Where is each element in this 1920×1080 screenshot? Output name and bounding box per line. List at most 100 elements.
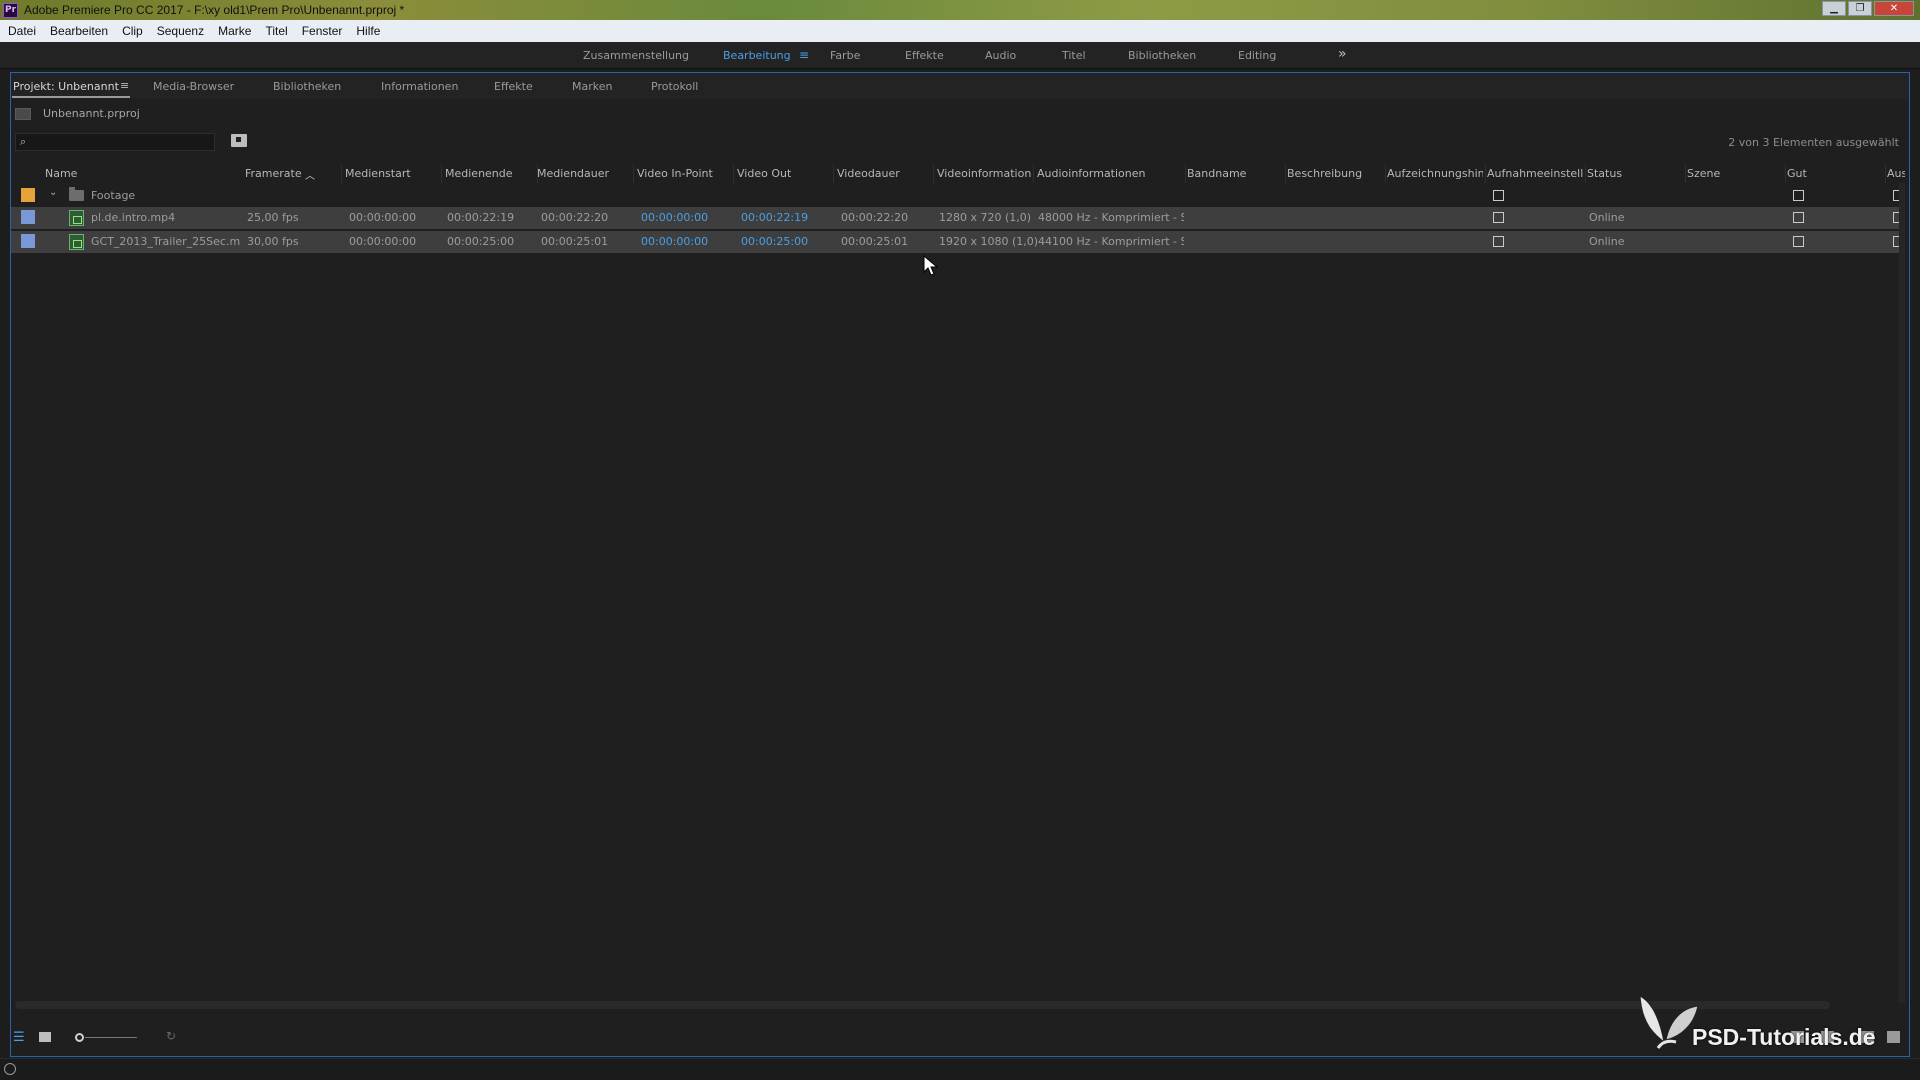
project-file-name: Unbenannt.prproj (43, 107, 140, 120)
checkbox-aufnahmeeinstellungen[interactable] (1493, 236, 1504, 247)
column-header-audioinformationen[interactable]: Audioinformationen (1037, 167, 1185, 180)
tab-marken[interactable]: Marken (572, 80, 612, 93)
checkbox-aufnahmeeinstellungen[interactable] (1493, 212, 1504, 223)
menu-datei[interactable]: Datei (8, 24, 36, 38)
column-header-mediendauer[interactable]: Mediendauer (537, 167, 631, 180)
column-separator[interactable] (633, 165, 634, 183)
tab-protokoll[interactable]: Protokoll (651, 80, 698, 93)
new-bin-icon[interactable] (231, 134, 247, 147)
column-header-video-in-point[interactable]: Video In-Point (637, 167, 731, 180)
table-row-folder[interactable]: ⌄ Footage (11, 185, 1904, 207)
column-header-aus[interactable]: Aus (1887, 167, 1905, 180)
column-header-video-out[interactable]: Video Out (737, 167, 831, 180)
cell-video-in-point[interactable]: 00:00:00:00 (641, 235, 708, 248)
column-separator[interactable] (933, 165, 934, 183)
video-clip-icon (69, 234, 84, 250)
chevron-down-icon[interactable]: ⌄ (49, 187, 57, 198)
workspace-tab-editing[interactable]: Editing (1238, 49, 1276, 62)
workspace-tab-bibliotheken[interactable]: Bibliotheken (1128, 49, 1196, 62)
workspace-tab-zusammenstellung[interactable]: Zusammenstellung (583, 49, 689, 62)
workspace-tab-farbe[interactable]: Farbe (830, 49, 860, 62)
status-icon[interactable] (4, 1063, 16, 1075)
maximize-button[interactable]: ❐ (1848, 1, 1872, 16)
checkbox-aufnahmeeinstellungen[interactable] (1493, 190, 1504, 201)
label-color-swatch[interactable] (21, 188, 35, 202)
column-header-videodauer[interactable]: Videodauer (837, 167, 931, 180)
workspace-menu-icon[interactable]: ≡ (799, 48, 809, 62)
menu-hilfe[interactable]: Hilfe (356, 24, 380, 38)
sort-ascending-icon[interactable]: ︿ (305, 167, 315, 182)
cell-videoinformation: 1280 x 720 (1,0) (939, 211, 1032, 224)
column-separator[interactable] (341, 165, 342, 183)
column-separator[interactable] (1385, 165, 1386, 183)
column-header-bandname[interactable]: Bandname (1187, 167, 1283, 180)
workspace-tab-audio[interactable]: Audio (985, 49, 1016, 62)
workspace-tab-titel[interactable]: Titel (1062, 49, 1086, 62)
workspace-tab-effekte[interactable]: Effekte (905, 49, 944, 62)
column-header-aufnahmeeinstellungen[interactable]: Aufnahmeeinstellu (1487, 167, 1583, 180)
column-separator[interactable] (1885, 165, 1886, 183)
workspace-tab-bearbeitung[interactable]: Bearbeitung (723, 49, 791, 62)
checkbox-gut[interactable] (1793, 236, 1804, 247)
cell-medienstart: 00:00:00:00 (349, 211, 417, 224)
column-header-name[interactable]: Name (45, 167, 195, 180)
horizontal-scrollbar[interactable] (15, 1001, 1830, 1009)
column-header-aufzeichnungshinweis[interactable]: Aufzeichnungshin (1387, 167, 1483, 180)
zoom-slider-track[interactable] (85, 1037, 137, 1038)
sort-icons-icon[interactable]: ↻ (166, 1029, 176, 1043)
column-header-szene[interactable]: Szene (1687, 167, 1783, 180)
column-separator[interactable] (1785, 165, 1786, 183)
menu-sequenz[interactable]: Sequenz (157, 24, 204, 38)
cell-medienende: 00:00:25:00 (447, 235, 515, 248)
column-header-videoinformation[interactable]: Videoinformation (937, 167, 1033, 180)
label-color-swatch[interactable] (21, 210, 35, 224)
vertical-scrollbar[interactable] (1899, 183, 1905, 1003)
column-header-medienende[interactable]: Medienende (445, 167, 537, 180)
column-header-status[interactable]: Status (1587, 167, 1683, 180)
column-header-framerate[interactable]: Framerate (245, 167, 305, 180)
column-header-gut[interactable]: Gut (1787, 167, 1883, 180)
menu-fenster[interactable]: Fenster (302, 24, 343, 38)
column-separator[interactable] (833, 165, 834, 183)
more-workspaces-icon[interactable]: » (1338, 46, 1347, 62)
menu-marke[interactable]: Marke (218, 24, 251, 38)
tab-bibliotheken[interactable]: Bibliotheken (273, 80, 341, 93)
search-input[interactable]: ⌕ (15, 133, 215, 151)
window-title: Adobe Premiere Pro CC 2017 - F:\xy old1\… (24, 3, 405, 17)
column-header-medienstart[interactable]: Medienstart (345, 167, 440, 180)
icon-view-icon[interactable] (39, 1032, 51, 1042)
column-separator[interactable] (1485, 165, 1486, 183)
close-button[interactable]: ✕ (1874, 1, 1914, 16)
zoom-slider-handle[interactable] (75, 1033, 84, 1042)
cell-video-out[interactable]: 00:00:25:00 (741, 235, 808, 248)
checkbox-gut[interactable] (1793, 190, 1804, 201)
cell-medienstart: 00:00:00:00 (349, 235, 417, 248)
list-view-icon[interactable]: ☰ (13, 1030, 25, 1045)
tab-projekt[interactable]: Projekt: Unbenannt (13, 80, 119, 93)
column-separator[interactable] (733, 165, 734, 183)
tab-media-browser[interactable]: Media-Browser (153, 80, 234, 93)
cell-framerate: 25,00 fps (247, 211, 299, 224)
menu-bearbeiten[interactable]: Bearbeiten (50, 24, 108, 38)
table-row[interactable]: GCT_2013_Trailer_25Sec.m 30,00 fps 00:00… (11, 231, 1904, 253)
cell-video-in-point[interactable]: 00:00:00:00 (641, 211, 708, 224)
checkbox-gut[interactable] (1793, 212, 1804, 223)
minimize-button[interactable]: ▁ (1822, 1, 1846, 16)
panel-menu-icon[interactable]: ≡ (120, 79, 129, 92)
cell-audioinformationen: 48000 Hz - Komprimiert - St (1038, 211, 1184, 224)
column-separator[interactable] (1285, 165, 1286, 183)
tab-effekte[interactable]: Effekte (494, 80, 533, 93)
column-separator[interactable] (441, 165, 442, 183)
tab-informationen[interactable]: Informationen (381, 80, 458, 93)
column-separator[interactable] (1685, 165, 1686, 183)
cell-video-out[interactable]: 00:00:22:19 (741, 211, 808, 224)
active-tab-indicator (12, 96, 130, 98)
table-row[interactable]: pl.de.intro.mp4 25,00 fps 00:00:00:00 00… (11, 207, 1904, 229)
menu-titel[interactable]: Titel (265, 24, 287, 38)
menu-clip[interactable]: Clip (122, 24, 143, 38)
column-separator[interactable] (1185, 165, 1186, 183)
label-color-swatch[interactable] (21, 234, 35, 248)
column-separator[interactable] (1033, 165, 1034, 183)
column-header-beschreibung[interactable]: Beschreibung (1287, 167, 1383, 180)
column-separator[interactable] (1585, 165, 1586, 183)
